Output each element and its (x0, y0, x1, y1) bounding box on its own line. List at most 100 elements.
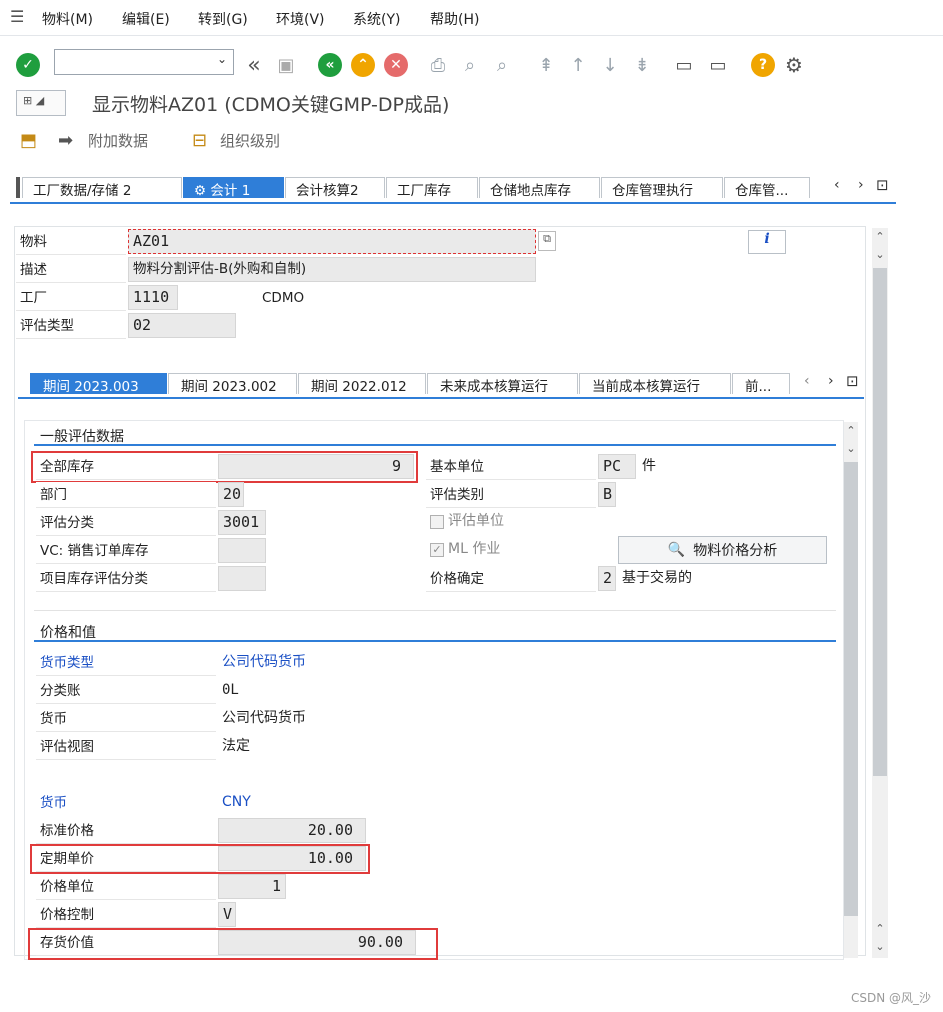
price-control-field[interactable]: V (218, 902, 236, 927)
price-unit-field[interactable]: 1 (218, 874, 286, 899)
valuation-category-label: 评估类别 (426, 482, 596, 508)
price-determination-label: 价格确定 (426, 566, 596, 592)
tab-previous-more[interactable]: 前... (732, 373, 790, 394)
tab-current-costing[interactable]: 当前成本核算运行 (579, 373, 731, 394)
gear-icon[interactable]: ⚙ (782, 53, 806, 77)
material-price-analysis-button[interactable]: 🔍 物料价格分析 (618, 536, 827, 564)
description-field[interactable]: 物料分割评估-B(外购和自制) (128, 257, 536, 282)
arrow-right-icon[interactable]: ➡ (58, 130, 73, 151)
inner-scroll-thumb[interactable] (844, 462, 858, 916)
valuation-category-field[interactable]: B (598, 482, 616, 507)
outer-scroll-thumb[interactable] (873, 268, 887, 776)
tab-accounting-1[interactable]: ⚙ 会计 1 (183, 177, 284, 198)
project-stock-field[interactable] (218, 566, 266, 591)
cancel-icon[interactable]: ✕ (384, 53, 408, 77)
inner-tab-prev-icon[interactable]: ‹ (804, 373, 810, 389)
enter-icon[interactable]: ✓ (16, 53, 40, 77)
tab-future-costing[interactable]: 未来成本核算运行 (427, 373, 578, 394)
exit-icon[interactable]: ⌃ (351, 53, 375, 77)
find-next-icon[interactable]: ⌕ (490, 53, 514, 77)
watermark: CSDN @风_沙 (850, 991, 931, 1005)
division-field[interactable]: 20 (218, 482, 244, 507)
info-icon[interactable]: i (748, 230, 786, 254)
menu-help[interactable]: 帮助(H) (430, 9, 479, 29)
outer-scroll-down-small-icon[interactable]: ⌄ (873, 248, 887, 261)
base-unit-field[interactable]: PC (598, 454, 636, 479)
first-page-icon[interactable]: ⇞ (534, 53, 558, 77)
tab-warehouse-mgmt-exec[interactable]: 仓库管理执行 (601, 177, 723, 198)
hierarchy-icon[interactable]: ⊟ (192, 130, 207, 151)
tab-period-2023-003[interactable]: 期间 2023.003 (30, 373, 167, 394)
print-icon[interactable]: ⎙ (426, 53, 450, 77)
inner-scroll-up-icon[interactable]: ⌃ (844, 424, 858, 437)
menu-icon[interactable]: ☰ (10, 7, 24, 26)
menu-system[interactable]: 系统(Y) (353, 9, 400, 29)
back-icon[interactable]: « (318, 53, 342, 77)
menu-material[interactable]: 物料(M) (42, 9, 93, 29)
magnifier-icon: 🔍 (667, 542, 686, 558)
currency2-value: CNY (222, 794, 251, 810)
tab-period-2023-002[interactable]: 期间 2023.002 (168, 373, 297, 394)
valuation-class-field[interactable]: 3001 (218, 510, 266, 535)
collapse-icon[interactable]: « (242, 53, 266, 78)
outer-scroll-up2-icon[interactable]: ⌃ (873, 922, 887, 935)
tab-prev-icon[interactable]: ‹ (834, 177, 840, 193)
org-levels-button[interactable]: 组织级别 (220, 130, 280, 151)
tab-plant-stock[interactable]: 工厂库存 (386, 177, 478, 198)
additional-data-button[interactable]: 附加数据 (88, 130, 148, 151)
valuation-unit-checkbox[interactable] (430, 515, 444, 529)
tab-costing-2[interactable]: 会计核算2 (285, 177, 385, 198)
price-determination-field[interactable]: 2 (598, 566, 616, 591)
standard-price-label: 标准价格 (36, 818, 216, 844)
tab-accounting-icon: ⚙ (194, 183, 211, 198)
save-icon[interactable]: ▣ (274, 53, 298, 77)
vc-sales-order-label: VC: 销售订单库存 (36, 538, 216, 564)
base-unit-label: 基本单位 (426, 454, 596, 480)
outer-scroll-down-icon[interactable]: ⌄ (873, 940, 887, 953)
org-icon[interactable]: ⬒ (20, 130, 37, 151)
chevron-down-icon[interactable]: ⌄ (217, 52, 227, 66)
last-page-icon[interactable]: ⇟ (630, 53, 654, 77)
tab-plant-storage-2[interactable]: 工厂数据/存储 2 (22, 177, 182, 198)
create-session-icon[interactable]: ▭ (672, 53, 696, 77)
vc-sales-order-field[interactable] (218, 538, 266, 563)
copy-icon[interactable]: ⧉ (538, 231, 556, 251)
find-icon[interactable]: ⌕ (458, 53, 482, 77)
menu-goto[interactable]: 转到(G) (198, 9, 248, 29)
inner-scrollbar[interactable]: ⌃ ⌄ (844, 422, 858, 958)
tab-scroll-left-edge (16, 177, 20, 198)
highlight-periodic-price (30, 844, 370, 874)
previous-page-icon[interactable]: ↑ (566, 53, 590, 77)
valuation-view-label: 评估视图 (36, 734, 216, 760)
screen-menu-icon[interactable]: ⊞ ◢ (16, 90, 66, 116)
standard-price-field[interactable]: 20.00 (218, 818, 366, 843)
project-stock-label: 项目库存评估分类 (36, 566, 216, 592)
ledger-value: 0L (222, 682, 239, 698)
description-label: 描述 (16, 257, 126, 283)
valuation-type-field[interactable]: 02 (128, 313, 236, 338)
prices-section-title: 价格和值 (40, 625, 96, 641)
plant-field[interactable]: 1110 (128, 285, 178, 310)
next-page-icon[interactable]: ↓ (598, 53, 622, 77)
help-icon[interactable]: ? (751, 53, 775, 77)
menu-edit[interactable]: 编辑(E) (122, 9, 170, 29)
outer-scroll-up-icon[interactable]: ⌃ (873, 230, 887, 243)
currency2-label: 货币 (36, 790, 216, 816)
inner-scroll-down-small-icon[interactable]: ⌄ (844, 442, 858, 455)
material-field[interactable]: AZ01 (128, 229, 536, 254)
command-field[interactable]: ⌄ (54, 49, 234, 75)
tab-list-icon[interactable]: ⊡ (876, 176, 889, 194)
inner-tab-list-icon[interactable]: ⊡ (846, 372, 859, 390)
outer-scrollbar[interactable]: ⌃ ⌄ ⌃ ⌄ (872, 228, 888, 958)
tab-period-2022-012[interactable]: 期间 2022.012 (298, 373, 426, 394)
page-title: 显示物料AZ01 (CDMO关键GMP-DP成品) (92, 94, 450, 116)
menu-environment[interactable]: 环境(V) (276, 9, 325, 29)
inner-tab-next-icon[interactable]: › (828, 373, 834, 389)
ml-activity-checkbox[interactable]: ✓ (430, 543, 444, 557)
shortcut-icon[interactable]: ▭ (706, 53, 730, 77)
standard-toolbar: ✓ ⌄ « ▣ « ⌃ ✕ ⎙ ⌕ ⌕ ⇞ ↑ ↓ ⇟ ▭ ▭ ? ⚙ (0, 44, 943, 86)
tab-warehouse-more[interactable]: 仓库管... (724, 177, 810, 198)
tab-next-icon[interactable]: › (858, 177, 864, 193)
tab-storage-location-stock[interactable]: 仓储地点库存 (479, 177, 600, 198)
outer-tab-underline (10, 202, 896, 204)
